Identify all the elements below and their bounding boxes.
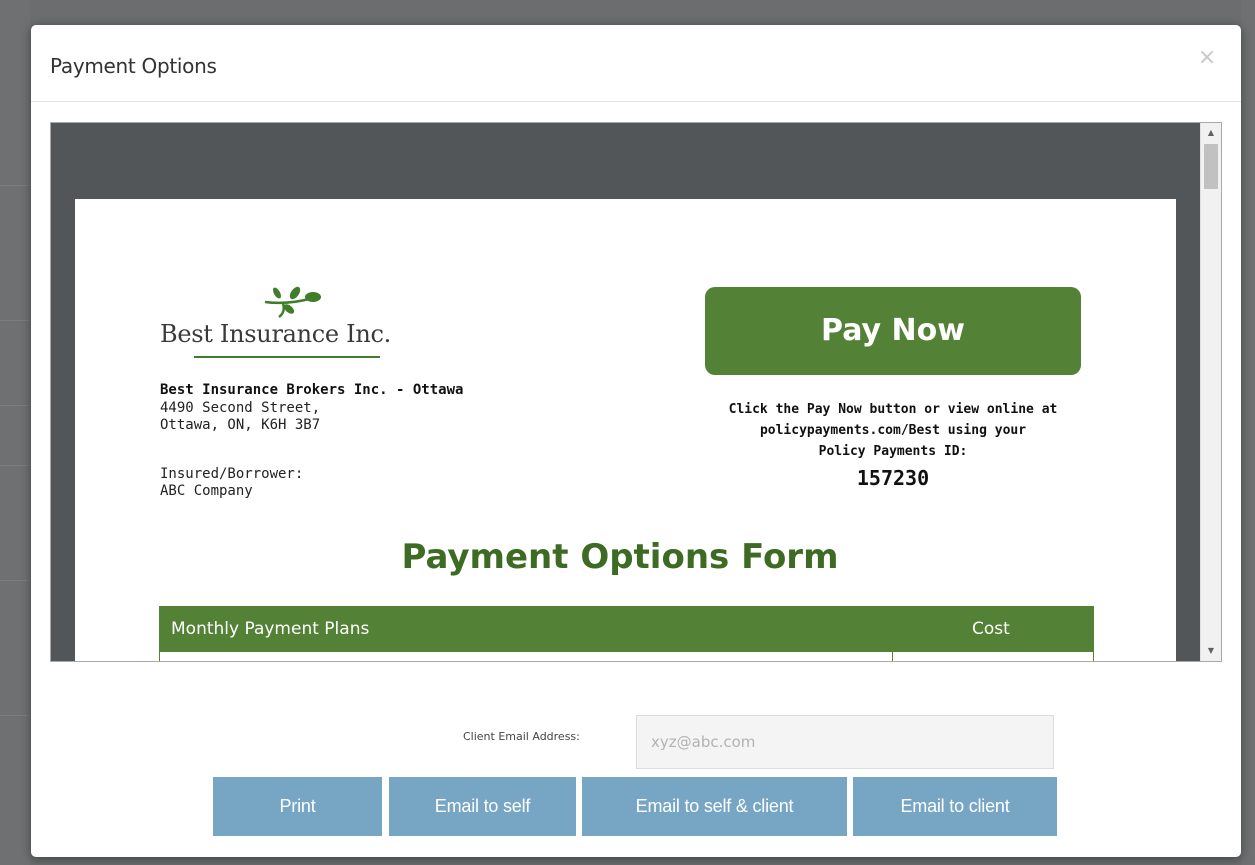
email-to-self-button[interactable]: Email to self (389, 777, 576, 836)
logo-underline (194, 356, 380, 358)
client-email-label: Client Email Address: (463, 730, 580, 743)
modal-title: Payment Options (50, 54, 217, 78)
column-header-cost: Cost (972, 619, 1010, 639)
background-divider (0, 320, 30, 321)
scroll-down-arrow-icon[interactable]: ▼ (1201, 643, 1221, 659)
background-divider (0, 715, 30, 716)
policy-payments-id: 157230 (856, 466, 930, 490)
scroll-up-arrow-icon[interactable]: ▲ (1201, 125, 1221, 141)
company-logo: Best Insurance Inc. (160, 284, 420, 364)
vertical-scrollbar[interactable]: ▲ ▼ (1200, 123, 1221, 661)
pay-instructions-line: Policy Payments ID: (818, 444, 968, 459)
address-line-2: Ottawa, ON, K6H 3B7 (160, 417, 321, 433)
background-divider (0, 580, 30, 581)
email-to-self-and-client-button[interactable]: Email to self & client (582, 777, 847, 836)
address-line-1: 4490 Second Street, (160, 400, 321, 416)
modal-header: Payment Options × (31, 25, 1241, 102)
payment-options-modal: Payment Options × Best Insurance Inc. Be… (31, 25, 1241, 857)
pay-now-button[interactable]: Pay Now (705, 287, 1081, 375)
background-divider (0, 185, 30, 186)
scroll-thumb[interactable] (1204, 144, 1218, 189)
logo-text: Best Insurance Inc. (160, 320, 391, 348)
background-divider (0, 465, 30, 466)
pay-instructions-line: Click the Pay Now button or view online … (728, 402, 1058, 417)
broker-name: Best Insurance Brokers Inc. - Ottawa (160, 382, 464, 398)
insured-name: ABC Company (160, 483, 253, 499)
insured-label: Insured/Borrower: (160, 466, 304, 482)
form-title: Payment Options Form (401, 537, 839, 577)
leaf-sprig-icon (264, 286, 321, 318)
table-header: Monthly Payment Plans Cost (159, 606, 1094, 650)
pay-instructions-line: policypayments.com/Best using your (759, 423, 1027, 438)
background-left-strip (0, 0, 30, 865)
document-page: Best Insurance Inc. Best Insurance Broke… (75, 199, 1176, 661)
client-email-input[interactable] (636, 715, 1054, 769)
background-divider (0, 405, 30, 406)
print-button[interactable]: Print (213, 777, 382, 836)
close-icon[interactable]: × (1195, 45, 1219, 71)
payment-plans-table: Monthly Payment Plans Cost (159, 606, 1094, 661)
document-preview[interactable]: Best Insurance Inc. Best Insurance Broke… (50, 122, 1222, 662)
column-header-plans: Monthly Payment Plans (171, 619, 370, 639)
email-to-client-button[interactable]: Email to client (853, 777, 1057, 836)
table-row (159, 650, 1094, 661)
background-right-strip (1241, 0, 1255, 865)
column-divider (892, 652, 893, 661)
pay-instructions: Click the Pay Now button or view online … (693, 399, 1093, 462)
